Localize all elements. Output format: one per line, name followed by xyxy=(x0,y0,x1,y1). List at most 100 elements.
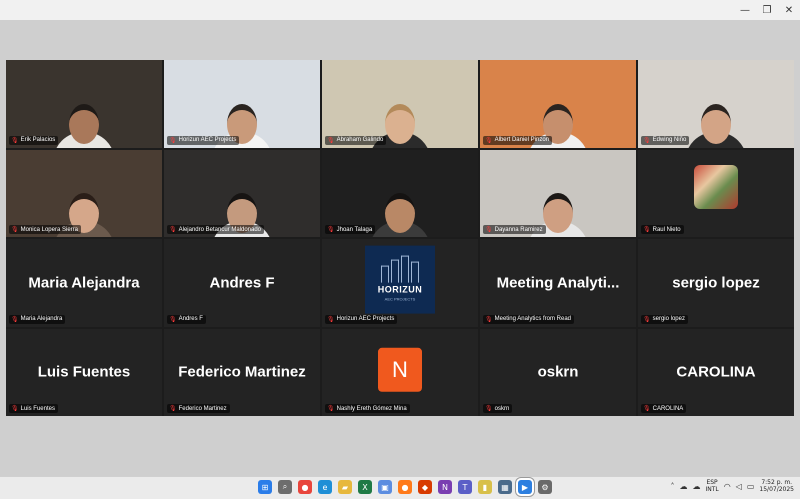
participant-name-tag: 🎙 Andres F xyxy=(167,314,206,324)
participant-video xyxy=(164,60,320,148)
onenote-icon[interactable]: N xyxy=(438,480,452,494)
mic-muted-icon: 🎙 xyxy=(485,136,493,144)
start-icon[interactable]: ⊞ xyxy=(258,480,272,494)
store-icon[interactable]: ▣ xyxy=(378,480,392,494)
participant-tile[interactable]: 🎙 Alejandro Betancur Maldonado xyxy=(164,149,320,237)
participant-display-name: oskrn xyxy=(537,363,579,381)
participant-tile[interactable]: CAROLINA 🎙 CAROLINA xyxy=(638,328,794,416)
teams-icon[interactable]: T xyxy=(458,480,472,494)
cloud-icon[interactable]: ☁ xyxy=(679,482,687,491)
mic-muted-icon: 🎙 xyxy=(643,315,651,323)
participant-display-name: Luis Fuentes xyxy=(37,363,131,381)
participant-tile[interactable]: HORIZUN AEC PROJECTS 🎙 Horizun AEC Projects xyxy=(322,239,478,327)
mic-muted-icon: 🎙 xyxy=(11,405,19,412)
keyboard-layout-label: INTL xyxy=(705,486,719,493)
participant-name-tag: 🎙 Raul Nieto xyxy=(641,225,684,234)
search-icon[interactable]: ⌕ xyxy=(278,480,292,494)
participant-tile[interactable]: Federico Martinez 🎙 Federico Martinez xyxy=(164,328,320,416)
participant-tile[interactable]: 🎙 Raul Nieto xyxy=(638,149,794,237)
edge-icon[interactable]: e xyxy=(318,480,332,494)
taskbar: ⊞ ⌕ ● e ▰ X ▣ ● ◆ N T ▮ ▦ ▶ ⚙ ˄ ☁ ☁ ESP INTL ◠ ◁ ▭ 7:5… xyxy=(0,476,800,499)
participant-name-tag: 🎙 Nashly Ereth Gómez Mina xyxy=(325,404,410,413)
calculator-icon[interactable]: ▦ xyxy=(498,480,512,494)
participant-display-name: CAROLINA xyxy=(676,363,756,381)
horizun-logo: HORIZUN AEC PROJECTS xyxy=(365,245,435,314)
participant-name: Monica Lopera Sierra xyxy=(20,226,78,233)
chevron-up-icon[interactable]: ˄ xyxy=(670,482,674,491)
mic-muted-icon: 🎙 xyxy=(11,226,19,233)
participant-name-tag: 🎙 Monica Lopera Sierra xyxy=(9,225,81,234)
cloud-icon[interactable]: ☁ xyxy=(692,482,700,491)
mic-muted-icon: 🎙 xyxy=(643,226,651,233)
participant-name: Meeting Analytics from Read xyxy=(494,316,571,322)
participant-video xyxy=(480,149,636,237)
participant-tile[interactable]: 🎙 Edwing Niño xyxy=(638,60,794,148)
zoom-icon[interactable]: ▶ xyxy=(518,480,532,494)
battery-icon[interactable]: ▭ xyxy=(747,482,755,491)
participant-name: Horizun AEC Projects xyxy=(336,316,395,322)
restore-icon[interactable]: ❐ xyxy=(756,5,778,16)
clock-date: 15/07/2025 xyxy=(759,486,794,493)
participant-tile[interactable]: 🎙 Jhoan Talaga xyxy=(322,149,478,237)
clock[interactable]: 7:52 p. m. 15/07/2025 xyxy=(759,479,794,493)
participant-tile[interactable]: Luis Fuentes 🎙 Luis Fuentes xyxy=(6,328,162,416)
participant-tile[interactable]: Meeting Analyti... 🎙 Meeting Analytics fro… xyxy=(480,239,636,327)
participant-tile[interactable]: 🎙 Monica Lopera Sierra xyxy=(6,149,162,237)
participant-video xyxy=(6,149,162,237)
sticky-notes-icon[interactable]: ▮ xyxy=(478,480,492,494)
participant-tile[interactable]: 🎙 Albert Daniel Pinzon xyxy=(480,60,636,148)
clock-time: 7:52 p. m. xyxy=(761,479,793,486)
settings-icon[interactable]: ⚙ xyxy=(538,480,552,494)
language-label: ESP xyxy=(706,479,718,486)
participant-name-tag: 🎙 Federico Martinez xyxy=(167,404,230,413)
participant-video xyxy=(164,149,320,237)
participant-name: Andres F xyxy=(178,316,203,322)
chrome-icon[interactable]: ● xyxy=(298,480,312,494)
participant-name: Maria Alejandra xyxy=(20,316,63,322)
participant-name: Dayanna Ramirez xyxy=(494,226,543,233)
excel-icon[interactable]: X xyxy=(358,480,372,494)
participant-tile[interactable]: 🎙 Dayanna Ramirez xyxy=(480,149,636,237)
participant-video xyxy=(480,60,636,148)
participant-tile[interactable]: 🎙 Abraham Galindo xyxy=(322,60,478,148)
participant-name: CAROLINA xyxy=(652,405,684,412)
participant-name-tag: 🎙 Dayanna Ramirez xyxy=(483,225,546,234)
office-icon[interactable]: ◆ xyxy=(418,480,432,494)
participant-tile[interactable]: sergio lopez 🎙 sergio lopez xyxy=(638,239,794,327)
mic-muted-icon: 🎙 xyxy=(643,136,651,144)
participant-name-tag: 🎙 oskrn xyxy=(483,404,513,413)
participant-name-tag: 🎙 Alejandro Betancur Maldonado xyxy=(167,225,265,234)
language-indicator[interactable]: ESP INTL xyxy=(705,479,718,493)
participant-name: Raul Nieto xyxy=(652,226,681,233)
firefox-icon[interactable]: ● xyxy=(398,480,412,494)
logo-subtitle: AEC PROJECTS xyxy=(384,296,416,302)
minimize-icon[interactable]: — xyxy=(734,5,756,16)
participant-name-tag: 🎙 Edwing Niño xyxy=(641,135,690,145)
explorer-icon[interactable]: ▰ xyxy=(338,480,352,494)
participant-tile[interactable]: Maria Alejandra 🎙 Maria Alejandra xyxy=(6,239,162,327)
participant-display-name: Maria Alejandra xyxy=(28,274,140,292)
participant-video xyxy=(322,60,478,148)
participant-name-tag: 🎙 Erik Palacios xyxy=(9,135,59,145)
participant-tile[interactable]: Andres F 🎙 Andres F xyxy=(164,239,320,327)
participant-name: Nashly Ereth Gómez Mina xyxy=(336,405,407,412)
participant-name-tag: 🎙 sergio lopez xyxy=(641,314,688,324)
participant-silhouette xyxy=(53,100,115,148)
participant-name-tag: 🎙 Jhoan Talaga xyxy=(325,225,376,234)
participant-name: Luis Fuentes xyxy=(20,405,55,412)
participant-name-tag: 🎙 Albert Daniel Pinzon xyxy=(483,135,552,145)
participant-tile[interactable]: N 🎙 Nashly Ereth Gómez Mina xyxy=(322,328,478,416)
participant-tile[interactable]: 🎙 Erik Palacios xyxy=(6,60,162,148)
participant-tile[interactable]: 🎙 Horizun AEC Projects xyxy=(164,60,320,148)
wifi-icon[interactable]: ◠ xyxy=(724,482,731,491)
mic-muted-icon: 🎙 xyxy=(327,315,335,323)
mic-muted-icon: 🎙 xyxy=(11,315,19,323)
mic-muted-icon: 🎙 xyxy=(169,315,177,323)
volume-icon[interactable]: ◁ xyxy=(736,482,742,491)
participant-tile[interactable]: oskrn 🎙 oskrn xyxy=(480,328,636,416)
mic-muted-icon: 🎙 xyxy=(327,226,335,233)
window-titlebar: — ❐ ✕ xyxy=(0,0,800,20)
mic-muted-icon: 🎙 xyxy=(327,136,335,144)
close-icon[interactable]: ✕ xyxy=(778,5,800,16)
participant-silhouette xyxy=(685,100,747,148)
